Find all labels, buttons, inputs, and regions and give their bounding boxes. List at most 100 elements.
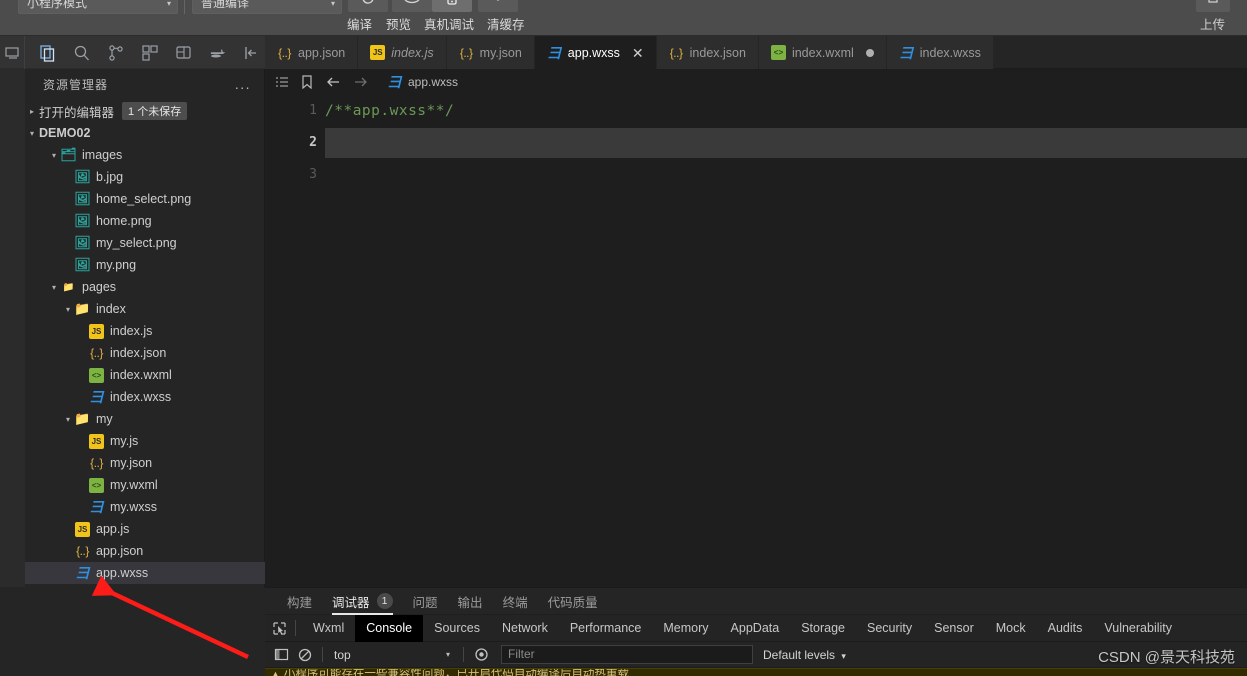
watermark: CSDN @景天科技苑 [1098,649,1235,666]
collapse-icon[interactable] [235,36,268,69]
compile-icon-button[interactable] [348,0,388,12]
editor-tab-index-json[interactable]: {..} index.json [656,36,759,69]
file-tree-row[interactable]: 🖼 b.jpg [25,166,265,188]
back-arrow-icon[interactable] [325,75,341,89]
real-device-debug-icon-button[interactable] [432,0,472,12]
devtools-tab[interactable]: Security [856,615,923,642]
chevron-down-icon[interactable]: ▾ [47,151,61,160]
editor-tab-my-json[interactable]: {..} my.json [446,36,535,69]
file-tree-row[interactable]: 彐 my.wxss [25,496,265,518]
console-levels-select[interactable]: Default levels ▾ [763,648,846,662]
file-tree-row[interactable]: 🖼 my.png [25,254,265,276]
devtools-tab[interactable]: Memory [652,615,719,642]
upload-icon-button[interactable] [1196,0,1230,12]
file-tree-row[interactable]: ▾ 📁 my [25,408,265,430]
devtools-tab[interactable]: Vulnerability [1093,615,1183,642]
file-tree-row[interactable]: <> index.wxml [25,364,265,386]
console-context-select[interactable]: top ▾ [328,645,458,664]
panel-tab-label: 构建 [287,595,313,610]
code-line[interactable]: 3 [265,159,1247,191]
editor-tab-app-wxss[interactable]: 彐 app.wxss ✕ [534,36,657,69]
console-filter-input[interactable]: Filter [501,645,753,664]
clear-console-icon[interactable] [293,642,317,668]
file-tree-row[interactable]: 🖼 home_select.png [25,188,265,210]
file-tree-row[interactable]: <> my.wxml [25,474,265,496]
file-tree-row[interactable]: {..} my.json [25,452,265,474]
file-tree-row[interactable]: 🖼 home.png [25,210,265,232]
editor-tab-index-wxml[interactable]: <> index.wxml [758,36,887,69]
source-control-icon[interactable] [99,36,132,69]
file-tree-row[interactable]: 🖼 my_select.png [25,232,265,254]
code-line[interactable]: 2 [265,127,1247,159]
panel-tab[interactable]: 输出 [448,588,493,615]
devtools-tab[interactable]: Network [491,615,559,642]
file-tree-row[interactable]: ▾ 🗂 images [25,144,265,166]
chevron-down-icon[interactable]: ▾ [61,415,75,424]
file-tree-row[interactable]: {..} index.json [25,342,265,364]
docker-icon[interactable] [201,36,234,69]
image-file-icon: 🖼 [74,191,91,206]
file-tree-row[interactable]: 彐 app.wxss [25,562,265,584]
file-tree-label: index.wxml [110,368,172,382]
devtools-tab[interactable]: Performance [559,615,653,642]
devtools-tab[interactable]: Mock [985,615,1037,642]
files-icon[interactable] [31,36,64,69]
preview-icon-button[interactable] [392,0,432,12]
editor-tab-index-wxss[interactable]: 彐 index.wxss [886,36,994,69]
upload-label[interactable]: 上传 [1200,14,1225,33]
file-tree-row[interactable]: ▾ 📁 index [25,298,265,320]
file-tree-row[interactable]: ▾ 📁 pages [25,276,265,298]
compile-mode-select[interactable]: 普通编译 ▾ [192,0,342,14]
preview-label[interactable]: 预览 [386,14,411,33]
devtools-tab[interactable]: Storage [790,615,856,642]
code-line[interactable]: 1 /**app.wxss**/ [265,95,1247,127]
real-device-debug-label[interactable]: 真机调试 [424,14,474,33]
search-icon[interactable] [65,36,98,69]
devtools-tab[interactable]: AppData [720,615,791,642]
mode-select[interactable]: 小程序模式 ▾ [18,0,178,14]
js-icon: JS [89,433,104,449]
project-root-row[interactable]: ▾ DEMO02 [25,122,265,144]
outline-icon[interactable] [275,75,289,89]
breadcrumb-file[interactable]: 彐 app.wxss [387,74,459,90]
compile-label[interactable]: 编译 [347,14,372,33]
devtools-tab[interactable]: Wxml [302,615,355,642]
inspect-element-icon[interactable] [265,615,293,642]
clear-cache-label[interactable]: 清缓存 [487,14,525,33]
editor-tab-app-json[interactable]: {..} app.json [265,36,359,69]
editor-tab-index-js[interactable]: JS index.js [358,36,447,69]
panel-tab[interactable]: 终端 [493,588,538,615]
bookmark-icon[interactable] [301,75,313,89]
js-icon: JS [75,521,90,537]
console-settings-eye-icon[interactable] [469,642,493,668]
console-sidebar-toggle-icon[interactable] [269,642,293,668]
file-tree-row[interactable]: JS index.js [25,320,265,342]
line-number: 3 [309,167,317,182]
panel-tab[interactable]: 构建 [277,588,322,615]
panel-tab[interactable]: 调试器 1 [322,588,403,615]
devtools-tab[interactable]: Sensor [923,615,985,642]
js-icon: JS [89,323,104,339]
devtools-tab[interactable]: Audits [1037,615,1094,642]
console-warning-row[interactable]: ▲ 小程序可能存在一些兼容性问题，已开启代码自动编译后自动热重载 [265,668,1247,676]
code-lines[interactable]: 1 /**app.wxss**/ 2 3 [265,95,1247,587]
forward-arrow-icon[interactable] [353,75,369,89]
devtools-tab[interactable]: Console [355,614,424,642]
open-editors-section[interactable]: ▸ 打开的编辑器 1 个未保存 [25,100,265,122]
extensions-icon[interactable] [133,36,166,69]
clear-cache-icon-button[interactable] [478,0,518,12]
layout-icon[interactable] [167,36,200,69]
chevron-down-icon[interactable]: ▾ [47,283,61,292]
more-actions-icon[interactable]: ... [235,76,251,92]
simulator-icon[interactable] [0,36,29,69]
file-tree-row[interactable]: JS app.js [25,518,265,540]
line-number: 1 [309,103,317,118]
panel-tab[interactable]: 代码质量 [538,588,608,615]
file-tree-row[interactable]: {..} app.json [25,540,265,562]
panel-tab[interactable]: 问题 [403,588,448,615]
close-icon[interactable]: ✕ [632,46,644,60]
file-tree-row[interactable]: 彐 index.wxss [25,386,265,408]
devtools-tab[interactable]: Sources [423,615,491,642]
chevron-down-icon[interactable]: ▾ [61,305,75,314]
file-tree-row[interactable]: JS my.js [25,430,265,452]
